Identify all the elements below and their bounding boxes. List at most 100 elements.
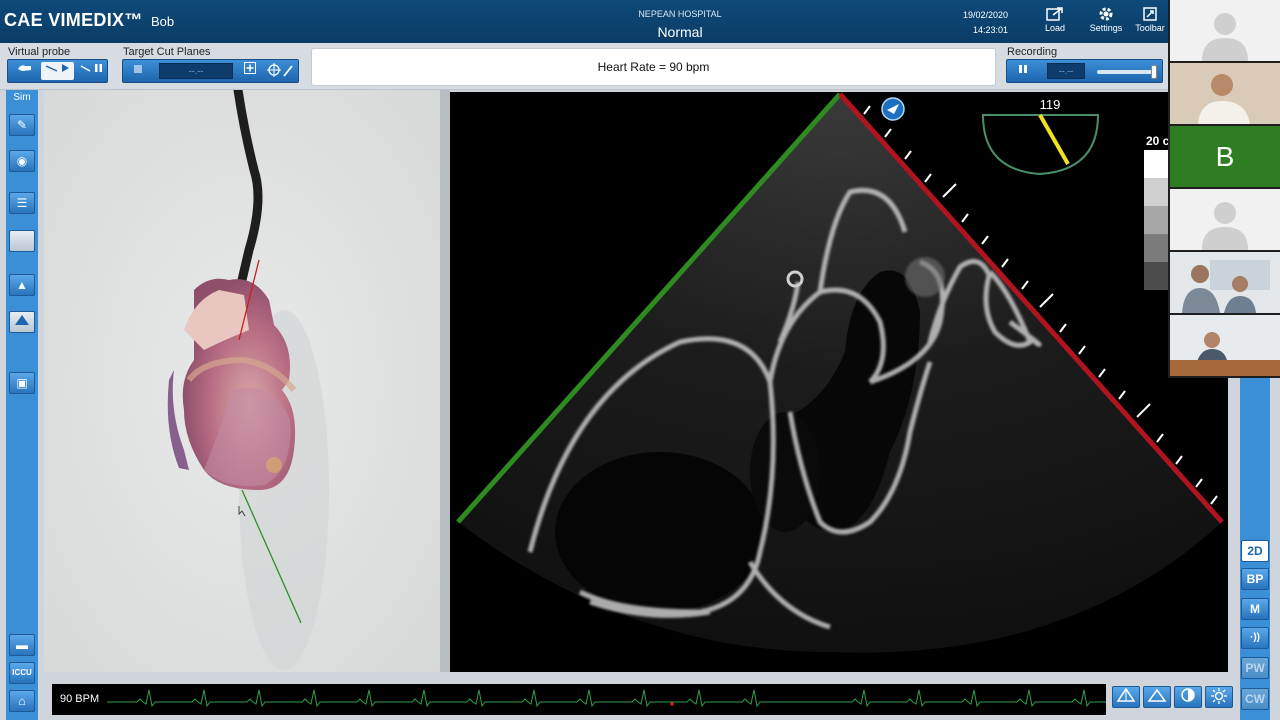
blank-toggle-button[interactable] xyxy=(9,230,35,252)
participant-tile[interactable] xyxy=(1170,0,1280,61)
virtual-probe-label: Virtual probe xyxy=(8,46,71,58)
target-probe-button[interactable] xyxy=(263,62,297,80)
probe-tool-icon: ✎ xyxy=(16,118,28,132)
contrast-tool-button[interactable] xyxy=(1174,686,1202,708)
date-text: 19/02/2020 xyxy=(962,10,1008,20)
mode-bp-button[interactable]: BP xyxy=(1241,568,1269,590)
view-divider[interactable] xyxy=(440,90,450,672)
mode-2d-button[interactable]: 2D xyxy=(1241,540,1269,562)
target-probe-icon xyxy=(267,63,293,77)
biplane-tool-button[interactable] xyxy=(1112,686,1140,708)
anatomy-button[interactable]: ▲ xyxy=(9,274,35,296)
participant-video-tile[interactable] xyxy=(1170,63,1280,124)
probe-3d-view[interactable] xyxy=(44,90,440,672)
heart-model xyxy=(44,90,440,672)
hand-probe-icon xyxy=(17,65,31,71)
default-avatar-icon xyxy=(1202,13,1248,61)
anatomy-icon: ▲ xyxy=(16,278,28,292)
load-icon xyxy=(1032,6,1078,23)
toolbar-button[interactable]: Toolbar xyxy=(1132,6,1168,40)
stop-button[interactable] xyxy=(131,62,145,80)
sector-tool-button[interactable] xyxy=(1143,686,1171,708)
probe-hand-button[interactable] xyxy=(11,62,38,80)
ecg-trace xyxy=(107,689,1106,708)
probe-play-icon xyxy=(45,64,69,72)
hospital-name: NEPEAN HOSPITAL xyxy=(638,9,722,19)
participant-b-tile[interactable]: B xyxy=(1170,126,1280,187)
cut-plane-icon: ☰ xyxy=(16,196,28,210)
settings-button[interactable]: Settings xyxy=(1083,6,1129,40)
messages-button[interactable]: ▬ xyxy=(9,634,35,656)
iccu-label: ICCU xyxy=(12,668,32,677)
target-cut-planes-label: Target Cut Planes xyxy=(123,46,211,58)
time-text: 14:23:01 xyxy=(972,25,1008,35)
angle-needle xyxy=(1038,114,1070,165)
mode-pw-button[interactable]: PW xyxy=(1241,657,1269,679)
recording-value-display: --.-- xyxy=(1047,63,1085,79)
participant-video-icon xyxy=(1170,63,1280,124)
brightness-icon xyxy=(1211,688,1227,704)
stop-icon xyxy=(134,65,142,73)
sim-label: Sim xyxy=(13,92,31,103)
echo-image-view[interactable]: 119 20 c xyxy=(450,92,1228,672)
contrast-icon xyxy=(1181,688,1195,702)
brightness-tool-button[interactable] xyxy=(1205,686,1233,708)
mode-cw-button[interactable]: CW xyxy=(1241,688,1269,710)
participant-video-tile[interactable] xyxy=(1170,252,1280,313)
fan-icon xyxy=(15,315,29,325)
left-sidebar: Sim ✎ ◉ ☰ ▲ ▣ ▬ ICCU ⌂ xyxy=(6,90,38,720)
load-button[interactable]: Load xyxy=(1032,6,1078,40)
vimedix-app: CAE VIMEDIX™ Bob NEPEAN HOSPITAL Normal … xyxy=(0,0,1280,720)
mode-audio-button[interactable]: ·)) xyxy=(1241,627,1269,649)
iccu-button[interactable]: ICCU xyxy=(9,662,35,684)
gear-icon xyxy=(1083,6,1129,23)
recording-label: Recording xyxy=(1007,46,1058,58)
sector-icon xyxy=(1147,688,1167,702)
eye-icon: ◉ xyxy=(16,154,28,168)
probe-play-button[interactable] xyxy=(41,62,74,80)
toolbar-icon xyxy=(1132,6,1168,23)
pause-icon xyxy=(1019,65,1027,73)
participant-video-icon xyxy=(1170,315,1280,376)
fan-button[interactable] xyxy=(9,311,35,333)
mode-title: Normal xyxy=(657,24,703,40)
participant-video-icon xyxy=(1170,252,1280,313)
control-row: Virtual probe Target Cut Planes --.-- He… xyxy=(0,43,1168,90)
biplane-icon xyxy=(1116,687,1136,702)
probe-pause-button[interactable] xyxy=(77,62,106,80)
recording-slider[interactable] xyxy=(1097,65,1157,79)
default-avatar-icon xyxy=(1202,202,1248,250)
home-button[interactable]: ⌂ xyxy=(9,690,35,712)
depth-value: 20 c xyxy=(1146,134,1170,148)
participant-video-tile[interactable] xyxy=(1170,315,1280,376)
angle-dial xyxy=(981,114,1100,176)
gray-scale-bar xyxy=(1144,150,1168,290)
echo-sector-image xyxy=(456,92,1224,653)
home-icon: ⌂ xyxy=(18,694,26,708)
target-value-display: --.-- xyxy=(159,63,233,79)
video-call-strip: B xyxy=(1168,0,1280,378)
plus-icon xyxy=(244,62,256,74)
monitor-icon: ▣ xyxy=(16,376,28,390)
top-bar: CAE VIMEDIX™ Bob NEPEAN HOSPITAL Normal … xyxy=(0,0,1168,43)
add-plane-button[interactable] xyxy=(241,62,259,80)
participant-tile[interactable] xyxy=(1170,189,1280,250)
display-button[interactable]: ▣ xyxy=(9,372,35,394)
participant-initial: B xyxy=(1215,141,1235,172)
mode-m-button[interactable]: M xyxy=(1241,598,1269,620)
recording-group: --.-- xyxy=(1006,59,1163,83)
probe-tool-button[interactable]: ✎ xyxy=(9,114,35,136)
user-name: Bob xyxy=(151,14,175,29)
angle-value: 119 xyxy=(1039,97,1061,112)
cut-plane-button[interactable]: ☰ xyxy=(9,192,35,214)
virtual-probe-group xyxy=(7,59,108,83)
recording-pause-button[interactable] xyxy=(1012,62,1034,80)
brand-logo: CAE VIMEDIX™ xyxy=(4,10,143,30)
load-label: Load xyxy=(1044,23,1066,33)
view-button[interactable]: ◉ xyxy=(9,150,35,172)
recording-slider-handle[interactable] xyxy=(1151,65,1157,79)
heart-rate-display: Heart Rate = 90 bpm xyxy=(311,48,996,86)
chat-icon: ▬ xyxy=(16,638,28,652)
ecg-strip: 90 BPM xyxy=(52,684,1106,715)
toolbar-label: Toolbar xyxy=(1135,23,1165,33)
